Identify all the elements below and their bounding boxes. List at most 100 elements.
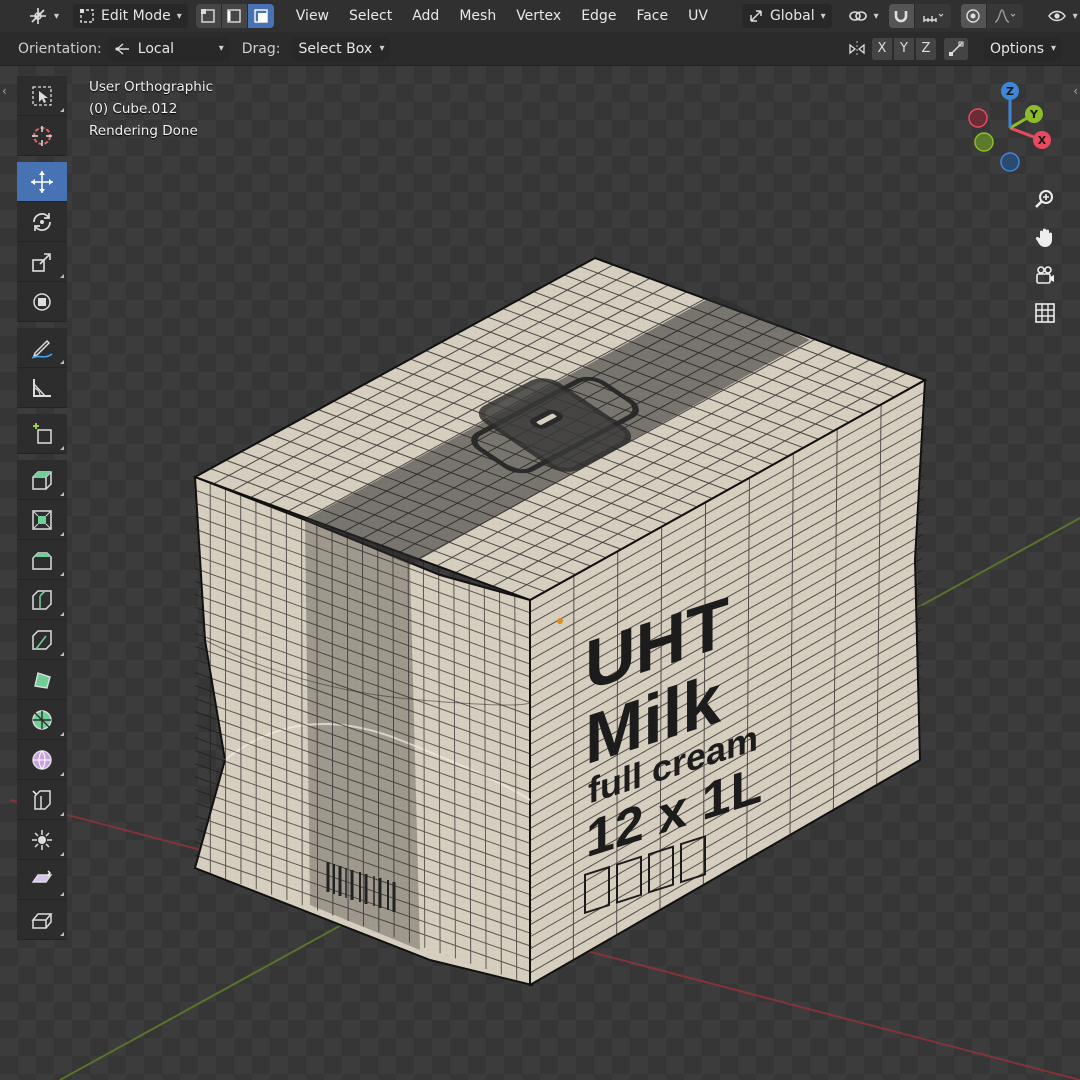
toolbar-collapse-arrow[interactable]: ‹ bbox=[2, 84, 7, 98]
loop-cut-tool[interactable] bbox=[17, 580, 67, 620]
chevron-down-icon: ▾ bbox=[218, 43, 224, 54]
grid-icon bbox=[1035, 303, 1055, 323]
menu-uv[interactable]: UV bbox=[678, 8, 718, 24]
edge-select-button[interactable] bbox=[221, 4, 248, 28]
bevel-tool[interactable] bbox=[17, 540, 67, 580]
editor-type-button[interactable]: ▾ bbox=[22, 4, 65, 28]
viewport-header: ▾ Edit Mode ▾ View Select Add Mesh Verte… bbox=[0, 0, 1080, 32]
chevron-down-icon: ▾ bbox=[176, 10, 182, 22]
menu-add[interactable]: Add bbox=[402, 8, 449, 24]
gizmo-neg-y[interactable] bbox=[974, 132, 994, 152]
auto-merge-icon[interactable] bbox=[944, 37, 968, 60]
cursor-tool[interactable] bbox=[17, 116, 67, 156]
menu-mesh[interactable]: Mesh bbox=[449, 8, 506, 24]
ruler-icon bbox=[33, 378, 51, 397]
tool-settings-bar: Orientation: Local ▾ Drag: Select Box ▾ … bbox=[0, 32, 1080, 66]
shrink-fatten-tool[interactable] bbox=[17, 820, 67, 860]
menu-vertex[interactable]: Vertex bbox=[506, 8, 571, 24]
proportional-edit-group bbox=[960, 4, 1023, 28]
gizmo-neg-x[interactable] bbox=[968, 108, 988, 128]
face-select-icon bbox=[254, 9, 268, 23]
view-name: User Orthographic bbox=[89, 79, 214, 95]
sidebar-expand-arrow[interactable]: ‹ bbox=[1073, 84, 1078, 98]
add-cube-tool[interactable] bbox=[17, 414, 67, 454]
menu-edge[interactable]: Edge bbox=[571, 8, 626, 24]
inset-icon bbox=[32, 509, 52, 530]
knife-icon bbox=[32, 629, 52, 650]
shrink-fatten-icon bbox=[32, 829, 52, 850]
select-box-tool[interactable] bbox=[17, 76, 67, 116]
poly-build-icon bbox=[34, 671, 51, 689]
camera-icon bbox=[1036, 266, 1054, 284]
annotate-tool[interactable] bbox=[17, 328, 67, 368]
gizmo-neg-z[interactable] bbox=[1000, 152, 1020, 172]
object-origin bbox=[557, 618, 563, 624]
toggle-ortho-button[interactable] bbox=[1028, 294, 1062, 332]
magnet-icon bbox=[894, 11, 908, 23]
hand-icon bbox=[1035, 228, 1052, 247]
pan-button[interactable] bbox=[1028, 218, 1062, 256]
falloff-dropdown[interactable] bbox=[986, 4, 1023, 28]
extrude-region-tool[interactable] bbox=[17, 460, 67, 500]
extrude-icon bbox=[32, 470, 52, 490]
scale-tool[interactable] bbox=[17, 242, 67, 282]
move-tool[interactable] bbox=[17, 162, 67, 202]
vertex-select-icon bbox=[201, 9, 215, 23]
transform-tool[interactable] bbox=[17, 282, 67, 322]
mirror-y-button[interactable]: Y bbox=[894, 37, 914, 60]
snap-target-dropdown[interactable] bbox=[914, 4, 951, 28]
smooth-tool[interactable] bbox=[17, 740, 67, 780]
smooth-icon bbox=[32, 749, 52, 770]
menu-view[interactable]: View bbox=[286, 8, 339, 24]
chevron-down-icon: ▾ bbox=[1050, 43, 1056, 54]
orientation-label: Orientation: bbox=[18, 40, 102, 57]
shear-tool[interactable] bbox=[17, 860, 67, 900]
mirror-icon bbox=[848, 40, 866, 58]
edge-slide-tool[interactable] bbox=[17, 780, 67, 820]
orientation-dropdown[interactable]: Local ▾ bbox=[107, 36, 230, 61]
milk-box-mesh[interactable]: UHT Milk full cream 12 x 1L bbox=[192, 256, 928, 987]
gizmo-z-label: Z bbox=[1006, 85, 1014, 98]
options-dropdown[interactable]: Options ▾ bbox=[984, 36, 1062, 61]
poly-build-tool[interactable] bbox=[17, 660, 67, 700]
mirror-z-button[interactable]: Z bbox=[916, 37, 936, 60]
inset-faces-tool[interactable] bbox=[17, 500, 67, 540]
scene-canvas[interactable]: UHT Milk full cream 12 x 1L bbox=[0, 66, 1080, 1080]
navigation-gizmo[interactable]: X Y Z bbox=[960, 78, 1070, 182]
orientation-axes-icon bbox=[748, 8, 764, 24]
move-icon bbox=[31, 170, 53, 193]
rip-region-tool[interactable] bbox=[17, 900, 67, 940]
vertex-select-button[interactable] bbox=[195, 4, 222, 28]
transform-orientation-dropdown[interactable]: Global ▾ bbox=[741, 4, 832, 28]
visibility-dropdown[interactable]: ▾ bbox=[1041, 4, 1080, 28]
knife-tool[interactable] bbox=[17, 620, 67, 660]
snap-toggle[interactable] bbox=[888, 4, 915, 28]
face-select-button[interactable] bbox=[247, 4, 274, 28]
mirror-x-button[interactable]: X bbox=[872, 37, 892, 60]
falloff-curve-icon bbox=[994, 9, 1016, 23]
3d-viewport[interactable]: UHT Milk full cream 12 x 1L ‹ ‹ bbox=[0, 66, 1080, 1080]
zoom-button[interactable] bbox=[1028, 180, 1062, 218]
options-label: Options bbox=[990, 40, 1045, 57]
proportional-edit-icon bbox=[966, 9, 980, 23]
drag-dropdown[interactable]: Select Box ▾ bbox=[292, 36, 391, 61]
proportional-edit-toggle[interactable] bbox=[960, 4, 987, 28]
object-name: (0) Cube.012 bbox=[89, 101, 178, 117]
drag-value: Select Box bbox=[298, 40, 373, 57]
menu-face[interactable]: Face bbox=[626, 8, 678, 24]
spin-tool[interactable] bbox=[17, 700, 67, 740]
tool-shelf bbox=[17, 76, 69, 940]
bevel-icon bbox=[32, 551, 52, 570]
rotate-tool[interactable] bbox=[17, 202, 67, 242]
viewport-info: User Orthographic (0) Cube.012 Rendering… bbox=[89, 76, 213, 142]
edge-select-icon bbox=[227, 9, 241, 23]
mode-label: Edit Mode bbox=[101, 8, 171, 24]
rotate-icon bbox=[33, 212, 51, 231]
add-cube-icon bbox=[33, 422, 52, 444]
pivot-dropdown[interactable]: ▾ bbox=[842, 4, 885, 28]
mode-dropdown[interactable]: Edit Mode ▾ bbox=[73, 4, 188, 28]
camera-view-button[interactable] bbox=[1028, 256, 1062, 294]
gizmo-x-label: X bbox=[1038, 134, 1047, 147]
menu-select[interactable]: Select bbox=[339, 8, 402, 24]
measure-tool[interactable] bbox=[17, 368, 67, 408]
